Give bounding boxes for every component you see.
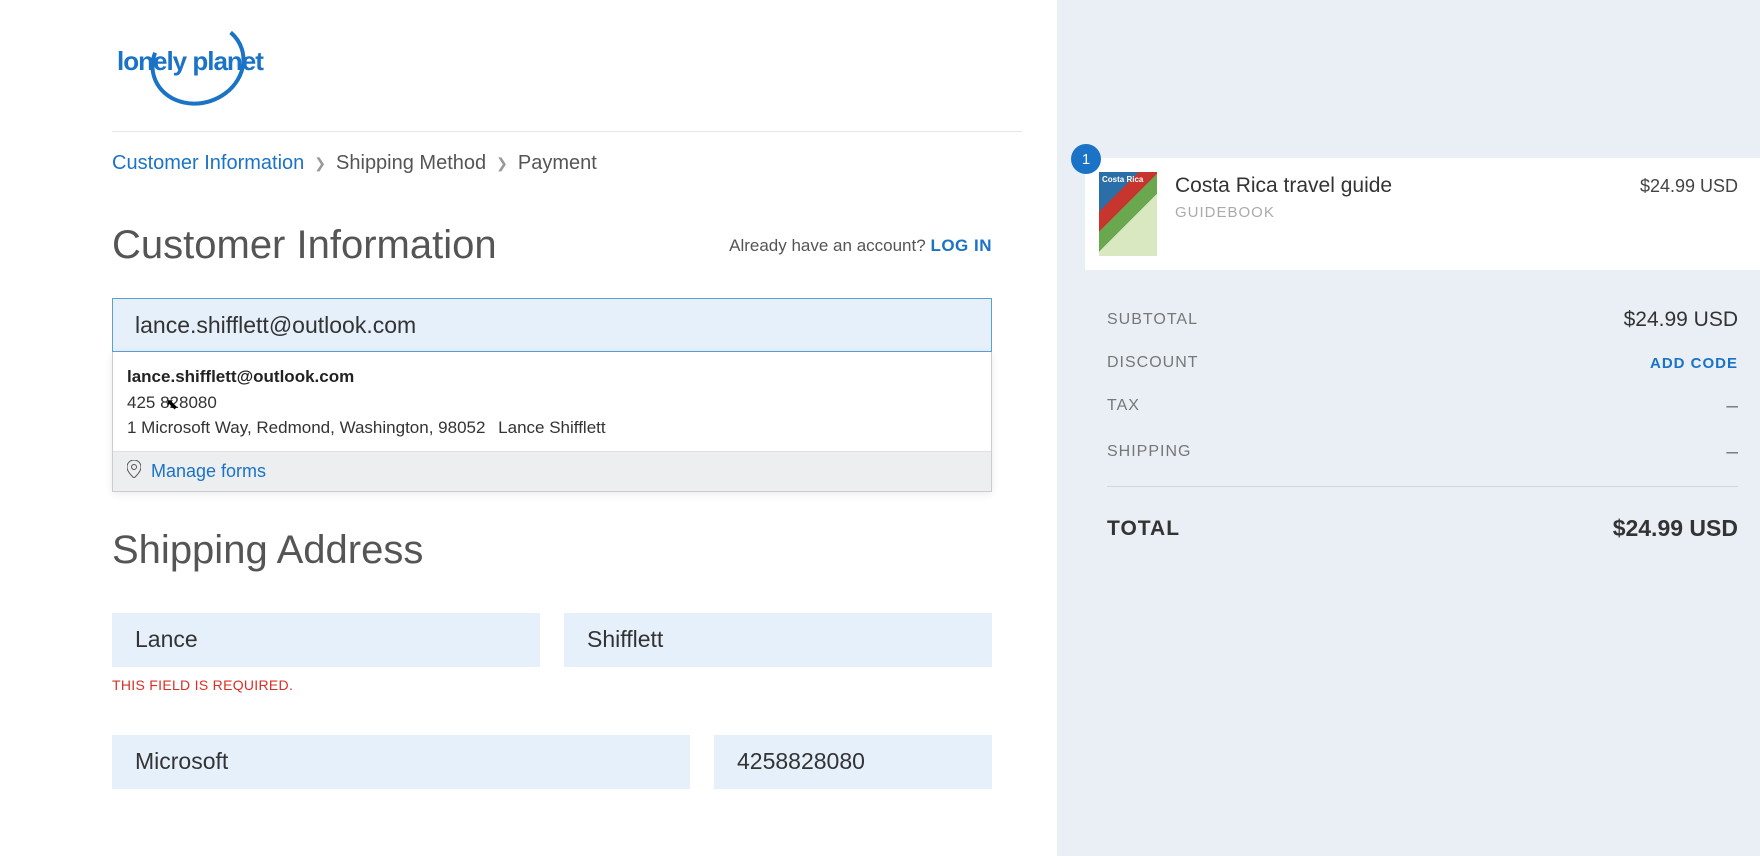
first-name-error: THIS FIELD IS REQUIRED. (112, 677, 540, 693)
manage-forms-link[interactable]: Manage forms (151, 461, 266, 482)
discount-row: DISCOUNT ADD CODE (1107, 354, 1738, 372)
cart-item: 1 Costa Rica travel guide GUIDEBOOK $24.… (1085, 158, 1760, 270)
company-input[interactable]: Microsoft (112, 735, 690, 789)
header-divider (112, 131, 1022, 132)
email-input-value: lance.shifflett@outlook.com (135, 312, 416, 339)
first-name-input[interactable]: Lance (112, 613, 540, 667)
autofill-address: 1 Microsoft Way, Redmond, Washington, 98… (127, 415, 977, 441)
tax-value: – (1726, 394, 1738, 418)
main-checkout-column: lonely planet Customer Information ❯ Shi… (0, 0, 1057, 856)
summary-block: SUBTOTAL $24.99 USD DISCOUNT ADD CODE TA… (1057, 270, 1760, 542)
tax-row: TAX – (1107, 394, 1738, 418)
chevron-right-icon: ❯ (314, 155, 326, 172)
company-phone-row: Microsoft 4258828080 (112, 735, 992, 789)
subtotal-label: SUBTOTAL (1107, 311, 1198, 329)
manage-forms-row[interactable]: Manage forms (113, 451, 991, 491)
shipping-address-title: Shipping Address (112, 528, 1057, 573)
item-name: Costa Rica travel guide (1175, 174, 1622, 198)
order-summary-column: 1 Costa Rica travel guide GUIDEBOOK $24.… (1057, 0, 1760, 856)
item-price: $24.99 USD (1640, 172, 1738, 197)
shipping-row: SHIPPING – (1107, 440, 1738, 464)
subtotal-value: $24.99 USD (1624, 308, 1738, 332)
quantity-badge: 1 (1071, 144, 1101, 174)
checkout-breadcrumb: Customer Information ❯ Shipping Method ❯… (112, 152, 1057, 175)
tax-label: TAX (1107, 397, 1140, 415)
last-name-input[interactable]: Shifflett (564, 613, 992, 667)
autofill-email: lance.shifflett@outlook.com (127, 364, 977, 390)
content-wrap: lonely planet Customer Information ❯ Shi… (0, 0, 1057, 789)
item-type: GUIDEBOOK (1175, 204, 1622, 221)
summary-divider (1107, 486, 1738, 487)
login-link[interactable]: LOG IN (930, 236, 992, 255)
total-row: TOTAL $24.99 USD (1107, 515, 1738, 542)
item-info: Costa Rica travel guide GUIDEBOOK (1175, 172, 1622, 221)
shipping-value: – (1726, 440, 1738, 464)
phone-input[interactable]: 4258828080 (714, 735, 992, 789)
autofill-suggestion[interactable]: lance.shifflett@outlook.com 425 828080 ⬉… (113, 352, 991, 451)
breadcrumb-shipping-method[interactable]: Shipping Method (336, 152, 486, 175)
breadcrumb-customer-info[interactable]: Customer Information (112, 152, 304, 175)
autofill-phone: 425 828080 ⬉ (127, 390, 977, 416)
add-code-link[interactable]: ADD CODE (1650, 355, 1738, 372)
svg-text:lonely planet: lonely planet (117, 46, 264, 76)
shipping-label: SHIPPING (1107, 443, 1191, 461)
brand-logo[interactable]: lonely planet (112, 20, 1057, 111)
total-label: TOTAL (1107, 517, 1180, 541)
login-prompt: Already have an account? LOG IN (729, 236, 992, 256)
breadcrumb-payment[interactable]: Payment (518, 152, 597, 175)
subtotal-row: SUBTOTAL $24.99 USD (1107, 308, 1738, 332)
customer-info-header-row: Customer Information Already have an acc… (112, 223, 992, 268)
login-prompt-text: Already have an account? (729, 236, 926, 255)
email-input[interactable]: lance.shifflett@outlook.com (112, 298, 992, 352)
customer-info-title: Customer Information (112, 223, 497, 268)
discount-label: DISCOUNT (1107, 354, 1199, 372)
chevron-right-icon: ❯ (496, 155, 508, 172)
total-value: $24.99 USD (1613, 515, 1738, 542)
product-thumbnail (1099, 172, 1157, 256)
autofill-dropdown: lance.shifflett@outlook.com 425 828080 ⬉… (112, 352, 992, 492)
name-row: Lance THIS FIELD IS REQUIRED. Shifflett (112, 613, 992, 693)
location-pin-icon (127, 460, 141, 483)
